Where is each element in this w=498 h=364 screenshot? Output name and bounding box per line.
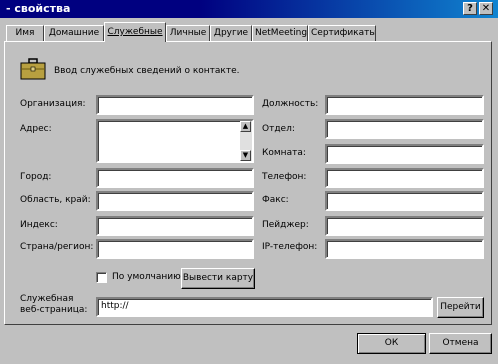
city-label: Город: bbox=[20, 172, 52, 182]
default-checkbox[interactable] bbox=[96, 272, 107, 283]
position-label: Должность: bbox=[262, 99, 319, 109]
help-button[interactable]: ? bbox=[463, 2, 477, 15]
country-field[interactable] bbox=[96, 239, 254, 259]
scroll-down-icon[interactable]: ▼ bbox=[240, 150, 251, 161]
ip-phone-field[interactable] bbox=[325, 239, 484, 259]
tab-label: Личные bbox=[169, 28, 207, 38]
show-map-button[interactable]: Вывести карту bbox=[181, 268, 255, 289]
webpage-label-line1: Служебная bbox=[20, 294, 74, 304]
tab-certificates[interactable]: Сертификаты bbox=[308, 25, 376, 41]
go-button[interactable]: Перейти bbox=[437, 297, 484, 318]
address-field[interactable]: ▲ ▼ bbox=[96, 119, 254, 163]
tab-other[interactable]: Другие bbox=[210, 25, 252, 41]
webpage-field[interactable]: http:// bbox=[96, 297, 433, 317]
organization-field[interactable] bbox=[96, 95, 254, 115]
address-label: Адрес: bbox=[20, 124, 52, 134]
zip-field[interactable] bbox=[96, 216, 254, 236]
webpage-label-line2: веб-страница: bbox=[20, 305, 88, 315]
tab-personal[interactable]: Личные bbox=[166, 25, 210, 41]
tab-label: Служебные bbox=[107, 27, 163, 37]
tab-netmeeting[interactable]: NetMeeting bbox=[252, 25, 308, 41]
room-field[interactable] bbox=[325, 144, 484, 164]
ip-phone-label: IP-телефон: bbox=[262, 242, 318, 252]
zip-label: Индекс: bbox=[20, 220, 58, 230]
default-checkbox-label: По умолчанию bbox=[112, 272, 181, 282]
address-scrollbar[interactable]: ▲ ▼ bbox=[240, 121, 252, 161]
tab-label: Домашние bbox=[48, 28, 100, 38]
tab-label: Сертификаты bbox=[311, 28, 376, 38]
tab-label: NetMeeting bbox=[255, 28, 308, 38]
region-label: Область, край: bbox=[20, 195, 91, 205]
tab-name[interactable]: Имя bbox=[6, 25, 44, 41]
intro-text: Ввод служебных сведений о контакте. bbox=[54, 66, 240, 76]
tab-home[interactable]: Домашние bbox=[44, 25, 104, 41]
fax-label: Факс: bbox=[262, 195, 289, 205]
room-label: Комната: bbox=[262, 148, 306, 158]
window-title: - свойства bbox=[6, 2, 71, 15]
fax-field[interactable] bbox=[325, 191, 484, 211]
pager-field[interactable] bbox=[325, 216, 484, 236]
phone-label: Телефон: bbox=[262, 172, 307, 182]
tab-business[interactable]: Служебные bbox=[104, 22, 166, 42]
field-value: http:// bbox=[101, 301, 129, 311]
department-field[interactable] bbox=[325, 119, 484, 139]
phone-field[interactable] bbox=[325, 168, 484, 188]
cancel-button[interactable]: Отмена bbox=[429, 333, 492, 354]
title-bar: - свойства ? ✕ bbox=[0, 0, 498, 18]
tab-label: Другие bbox=[213, 28, 249, 38]
department-label: Отдел: bbox=[262, 124, 295, 134]
country-label: Страна/регион: bbox=[20, 242, 94, 252]
pager-label: Пейджер: bbox=[262, 220, 309, 230]
city-field[interactable] bbox=[96, 168, 254, 188]
close-button[interactable]: ✕ bbox=[479, 2, 493, 15]
briefcase-icon bbox=[20, 58, 46, 80]
region-field[interactable] bbox=[96, 191, 254, 211]
tab-label: Имя bbox=[15, 28, 35, 38]
organization-label: Организация: bbox=[20, 99, 86, 109]
scroll-up-icon[interactable]: ▲ bbox=[240, 121, 251, 132]
ok-button[interactable]: ОК bbox=[357, 333, 426, 354]
position-field[interactable] bbox=[325, 95, 484, 115]
